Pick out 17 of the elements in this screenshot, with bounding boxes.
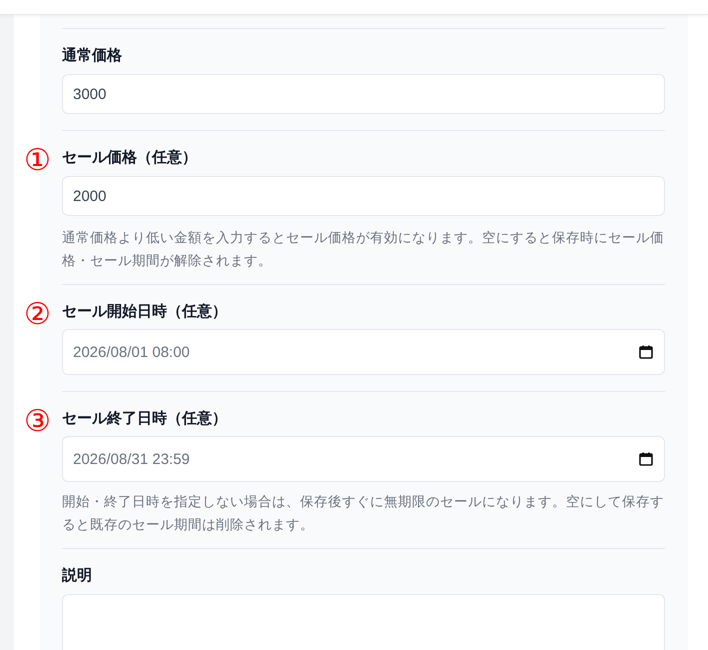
text-field[interactable]: 2000: [62, 176, 665, 216]
textarea-field[interactable]: [62, 594, 665, 650]
help-text: 通常価格より低い金額を入力するとセール価格が有効になります。空にすると保存時にセール価格・セール期間が解除されます。: [62, 229, 665, 270]
field-label: セール開始日時（任意）: [62, 302, 228, 322]
field-label: セール価格（任意）: [62, 148, 198, 168]
datetime-field[interactable]: 2026/08/31 23:59: [62, 436, 665, 482]
annotation-number: ②: [24, 298, 51, 332]
calendar-icon[interactable]: [639, 345, 653, 359]
help-text: 開始・終了日時を指定しない場合は、保存後すぐに無期限のセールになります。空にして保存すると既存のセール期間は削除されます。: [62, 493, 665, 534]
field-label: セール終了日時（任意）: [62, 409, 228, 429]
text-field[interactable]: 3000: [62, 74, 665, 114]
datetime-field[interactable]: 2026/08/01 08:00: [62, 329, 665, 375]
field-label: 通常価格: [62, 46, 123, 66]
annotation-number: ①: [24, 144, 51, 178]
field-label: 説明: [62, 566, 93, 586]
annotation-number: ③: [24, 405, 51, 439]
calendar-icon[interactable]: [639, 452, 653, 466]
